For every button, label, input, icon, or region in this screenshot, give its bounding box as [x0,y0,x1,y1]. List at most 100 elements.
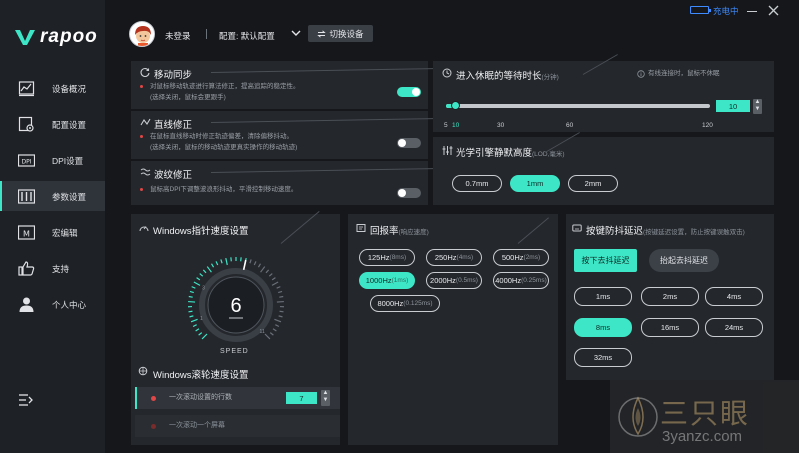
angle-snap-desc-2: (选择关闭，鼠标的移动轨迹更真实操作的移动轨迹) [150,144,298,151]
scroll-lines-input[interactable]: 7 [286,392,317,404]
debounce-option-32ms[interactable]: 32ms [574,348,632,367]
stepper-down-icon[interactable]: ▼ [321,397,330,404]
pointer-speed-value: 6 [230,295,241,317]
sidebar-item-params[interactable]: 参数设置 [0,181,105,211]
sidebar-item-label: 个人中心 [52,300,87,310]
polling-rate-title-text: 回报率 [370,226,399,237]
config-label[interactable]: 配置: 默认配置 [219,30,275,42]
divider [206,29,207,39]
dial-tick [189,315,194,318]
motion-sync-toggle[interactable] [397,87,421,97]
switch-device-button[interactable]: 切换设备 [308,25,373,42]
app-window: rapoo 设备概况 配置设置 DPI DPI设置 参数设置 M 宏编辑 支持 [0,0,799,453]
close-icon[interactable] [768,5,779,16]
sidebar-item-label: DPI设置 [52,156,84,166]
sidebar-item-config[interactable]: 配置设置 [0,109,105,139]
lod-option-1mm[interactable]: 1mm [510,175,560,192]
login-status[interactable]: 未登录 [165,30,191,42]
dial-tick [265,269,270,274]
polling-option-1000Hz[interactable]: 1000Hz (1ms) [359,272,415,289]
polling-rate-ms: (4ms) [456,254,474,261]
svg-text:M: M [23,230,30,239]
polling-option-500Hz[interactable]: 500Hz (2ms) [493,249,549,266]
polling-option-250Hz[interactable]: 250Hz (4ms) [426,249,482,266]
sleep-value-input[interactable]: 10 [716,100,750,112]
debounce-option-4ms[interactable]: 4ms [705,287,763,306]
ripple-toggle[interactable] [397,188,421,198]
sidebar-item-overview[interactable]: 设备概况 [0,73,105,103]
stepper-up-icon[interactable]: ▲ [753,99,762,106]
sidebar-item-label: 配置设置 [52,120,87,130]
scroll-lines-stepper[interactable]: ▲ ▼ [321,390,330,406]
polling-rate-panel: 回报率(响应速度) 125Hz (8ms) 250Hz (4ms) 500Hz (2ms)… [348,214,558,445]
dial-tick [271,281,279,286]
dial-tick [275,324,280,328]
sleep-slider-handle[interactable] [451,101,460,110]
polling-rate-ms: (1ms) [391,277,409,284]
dial-tick [192,324,197,328]
dial-tick [257,263,262,268]
decor-line [582,54,618,75]
lod-option-2mm[interactable]: 2mm [568,175,618,192]
sidebar-item-support[interactable]: 支持 [0,253,105,283]
chevron-down-icon[interactable] [291,29,301,37]
lod-option-0.7mm[interactable]: 0.7mm [452,175,502,192]
sleep-tick: 30 [497,122,505,129]
debounce-option-1ms[interactable]: 1ms [574,287,632,306]
debounce-option-24ms[interactable]: 24ms [705,318,763,337]
report-rate-icon [356,224,366,232]
scroll-screen-label: 一次滚动一个屏幕 [169,422,225,429]
sleep-title-text: 进入休眠的等待时长 [456,71,542,82]
tab-press-debounce[interactable]: 按下去抖延迟 [574,249,637,272]
debounce-option-2ms[interactable]: 2ms [641,287,699,306]
sidebar-item-macro[interactable]: M 宏编辑 [0,217,105,247]
polling-rate-value: 500Hz [501,253,524,262]
sleep-stepper[interactable]: ▲ ▼ [753,99,762,114]
scroll-screen-option[interactable]: 一次滚动一个屏幕 [135,415,340,437]
sidebar-item-profile[interactable]: 个人中心 [0,289,105,319]
scroll-speed-title: Windows滚轮速度设置 [153,370,249,381]
polling-option-4000Hz[interactable]: 4000Hz (0.25ms) [493,272,549,289]
sidebar-item-label: 设备概况 [52,84,87,94]
dial-tick [269,332,274,336]
dial-tick [225,257,228,266]
gauge-icon [139,226,149,232]
dial-tick [268,273,273,277]
motion-sync-title: 移动同步 [154,70,193,81]
dial-tick [272,328,277,332]
sleep-slider-track[interactable] [446,104,710,108]
dial-tick [253,261,257,266]
dial-tick [220,259,223,264]
minimize-button[interactable] [747,11,757,12]
collapse-menu-icon[interactable] [18,393,33,407]
polling-rate-value: 250Hz [434,253,457,262]
dial-tick [199,273,204,277]
polling-rate-title: 回报率(响应速度) [370,223,429,237]
decor-line [210,167,441,173]
debounce-option-16ms[interactable]: 16ms [641,318,699,337]
polling-option-2000Hz[interactable]: 2000Hz (0.5ms) [426,272,482,289]
polling-option-8000Hz[interactable]: 8000Hz (0.125ms) [370,295,440,312]
selected-indicator [135,387,137,409]
pointer-speed-dial[interactable]: 6 1 3 11 [179,250,293,360]
polling-rate-value: 1000Hz [365,276,392,285]
sidebar-item-dpi[interactable]: DPI DPI设置 [0,145,105,175]
decor-line [517,217,549,244]
scroll-lines-option[interactable]: 一次滚动设置的行数 7 ▲ ▼ [135,387,340,409]
avatar[interactable] [129,21,155,47]
stepper-up-icon[interactable]: ▲ [321,390,330,397]
debounce-option-8ms[interactable]: 8ms [574,318,632,337]
debounce-title: 按键防抖延迟(按键延迟设置，防止按键误触双击) [586,223,745,237]
polling-rate-ms: (8ms) [389,254,407,261]
tab-release-debounce[interactable]: 抬起去抖延迟 [649,249,719,272]
sleep-tick: 60 [566,122,574,129]
dial-tick [215,261,219,266]
polling-rate-ms: (0.5ms) [455,277,478,284]
angle-snap-toggle[interactable] [397,138,421,148]
sidebar-item-label: 宏编辑 [52,228,78,238]
polling-option-125Hz[interactable]: 125Hz (8ms) [359,249,415,266]
polling-rate-value: 125Hz [367,253,390,262]
stepper-down-icon[interactable]: ▼ [753,106,762,113]
pointer-speed-title: Windows指针速度设置 [153,226,249,237]
dial-tick [278,290,283,294]
